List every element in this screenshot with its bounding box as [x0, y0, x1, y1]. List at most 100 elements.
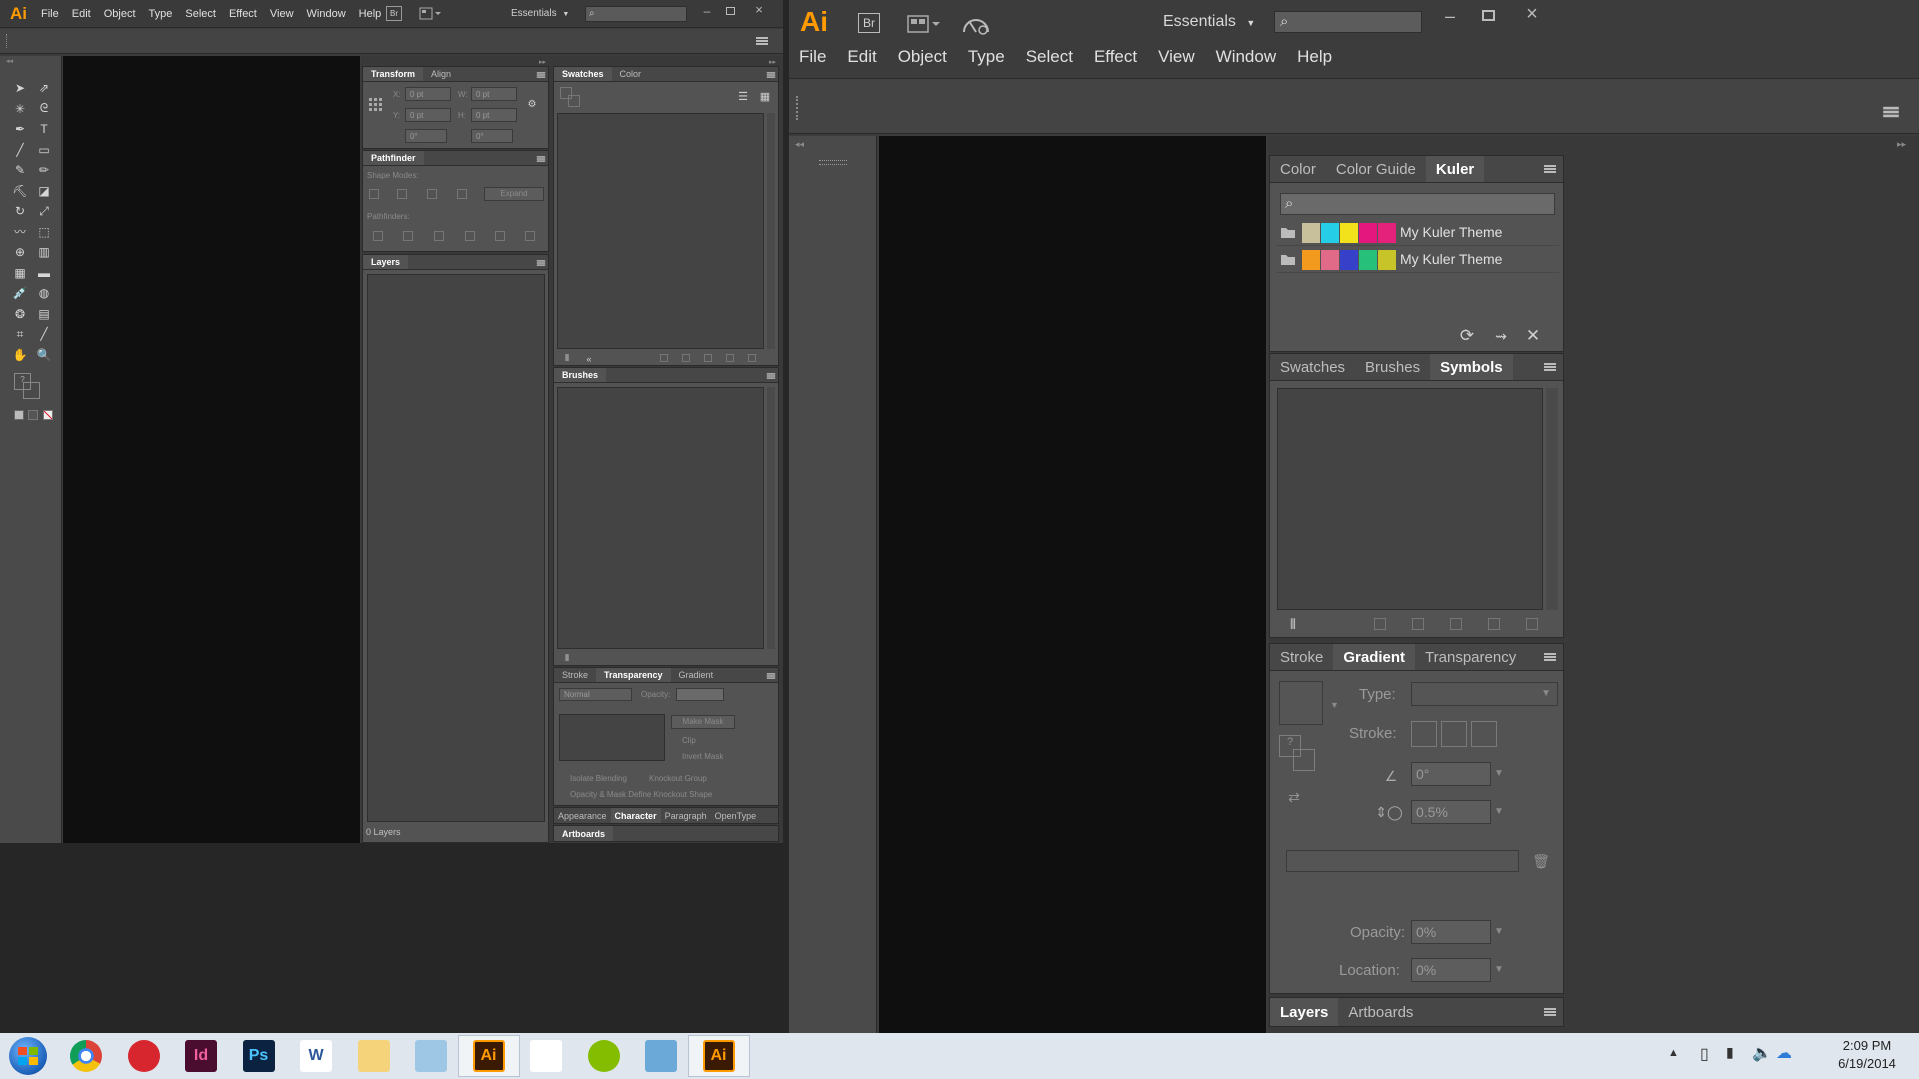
taskbar-word[interactable]: W	[285, 1035, 347, 1077]
taskbar-spotify[interactable]	[573, 1035, 635, 1077]
right-canvas[interactable]	[879, 136, 1266, 1033]
tab-swatches[interactable]: Swatches	[1270, 354, 1355, 380]
merge-icon[interactable]	[434, 231, 444, 241]
launch-kuler-icon[interactable]: ✕	[1523, 326, 1543, 346]
line-tool-icon[interactable]: ╱	[8, 140, 32, 161]
menu-view[interactable]: View	[1158, 47, 1195, 67]
gradient-tool-icon[interactable]: ▬	[32, 263, 56, 284]
blend-tool-icon[interactable]: ◍	[32, 283, 56, 304]
show-hidden-icons-icon[interactable]: ▲	[1668, 1047, 1679, 1059]
intersect-icon[interactable]	[427, 189, 437, 199]
fill-stroke-toggle[interactable]: ?	[1279, 735, 1319, 775]
tab-layers[interactable]: Layers	[1270, 998, 1339, 1026]
menu-file[interactable]: File	[799, 47, 826, 67]
network-icon[interactable]: ▮	[1726, 1044, 1734, 1061]
warp-tool-icon[interactable]: 〰	[8, 222, 32, 243]
selection-tool-icon[interactable]: ➤	[8, 78, 32, 99]
tab-brushes[interactable]: Brushes	[1355, 354, 1430, 380]
gradient-panel-menu-icon[interactable]	[1544, 653, 1556, 661]
tab-stroke[interactable]: Stroke	[554, 668, 596, 682]
minimize-button[interactable]: –	[1437, 6, 1463, 26]
slice-tool-icon[interactable]: ╱	[32, 324, 56, 345]
menu-edit[interactable]: Edit	[847, 47, 876, 67]
tab-color-guide[interactable]: Color Guide	[1326, 156, 1426, 182]
menu-edit[interactable]: Edit	[72, 8, 91, 20]
trim-icon[interactable]	[403, 231, 413, 241]
menu-file[interactable]: File	[41, 8, 59, 20]
taskbar-chrome[interactable]	[55, 1035, 117, 1077]
layers-panel-menu-icon[interactable]	[536, 260, 546, 266]
search-input[interactable]: ⌕	[585, 6, 687, 22]
dock-collapse-icon-b[interactable]: ▸▸	[769, 58, 776, 66]
menu-window[interactable]: Window	[1216, 47, 1276, 67]
taskbar-remote[interactable]	[630, 1035, 692, 1077]
dock-collapse-icon-a[interactable]: ▸▸	[539, 58, 546, 66]
menu-help[interactable]: Help	[1297, 47, 1332, 67]
y-field[interactable]: 0 pt	[405, 108, 451, 122]
rotate-tool-icon[interactable]: ↻	[8, 201, 32, 222]
left-canvas[interactable]	[63, 56, 360, 843]
unite-icon[interactable]	[369, 189, 379, 199]
swatches-list[interactable]	[557, 113, 764, 349]
menu-select[interactable]: Select	[185, 8, 216, 20]
taskbar-creative-cloud[interactable]	[113, 1035, 175, 1077]
opacity-field[interactable]: 0%	[1411, 920, 1491, 944]
delete-stop-icon[interactable]: 🗑	[1532, 851, 1550, 871]
taskbar-photoshop[interactable]: Ps	[228, 1035, 290, 1077]
hand-tool-icon[interactable]: ✋	[8, 345, 32, 366]
constrain-link-icon[interactable]: ⚙	[525, 97, 539, 111]
type-tool-icon[interactable]: T	[32, 119, 56, 140]
bridge-button[interactable]: Br	[386, 6, 402, 21]
symbol-libraries-icon[interactable]: ⫴	[1282, 616, 1304, 632]
cloud-sync-icon[interactable]: ☁	[1776, 1043, 1792, 1063]
direct-selection-tool-icon[interactable]: ⇗	[32, 78, 56, 99]
h-field[interactable]: 0 pt	[471, 108, 517, 122]
aspect-ratio-field[interactable]: 0.5%	[1411, 800, 1491, 824]
menu-help[interactable]: Help	[359, 8, 382, 20]
tab-artboards[interactable]: Artboards	[1338, 998, 1423, 1026]
tab-kuler[interactable]: Kuler	[1425, 156, 1485, 182]
show-kinds-icon[interactable]: «	[584, 353, 594, 364]
control-bar-menu-icon[interactable]	[1883, 106, 1899, 118]
tab-transparency[interactable]: Transparency	[596, 668, 671, 682]
taskbar-indesign[interactable]: Id	[170, 1035, 232, 1077]
workspace-switcher[interactable]: Essentials ▼	[511, 8, 569, 19]
bridge-button[interactable]: Br	[858, 13, 880, 33]
color-mode-buttons[interactable]	[10, 409, 58, 422]
kuler-panel-menu-icon[interactable]	[1544, 165, 1556, 173]
tab-artboards[interactable]: Artboards	[554, 826, 614, 841]
fill-stroke-swatch[interactable]: ?	[14, 373, 41, 400]
exclude-icon[interactable]	[457, 189, 467, 199]
minus-front-icon[interactable]	[397, 189, 407, 199]
invert-mask-checkbox[interactable]: Invert Mask	[682, 752, 723, 761]
pen-tool-icon[interactable]: ✒	[8, 119, 32, 140]
tab-paragraph[interactable]: Paragraph	[661, 808, 711, 823]
reverse-gradient-icon[interactable]: ⇄	[1282, 787, 1306, 807]
thumbnail-view-icon[interactable]: ▦	[758, 89, 772, 103]
tab-swatches[interactable]: Swatches	[554, 67, 612, 81]
symbols-list[interactable]	[1277, 388, 1543, 610]
taskbar-apps[interactable]	[515, 1035, 577, 1077]
transform-panel-menu-icon[interactable]	[536, 72, 546, 78]
rectangle-tool-icon[interactable]: ▭	[32, 140, 56, 161]
pencil-tool-icon[interactable]: ✏	[32, 160, 56, 181]
device-icon[interactable]: ▯	[1700, 1044, 1709, 1064]
transparency-panel-menu-icon[interactable]	[766, 673, 776, 679]
tab-opentype[interactable]: OpenType	[711, 808, 761, 823]
zoom-tool-icon[interactable]: 🔍	[32, 345, 56, 366]
tab-align[interactable]: Align	[423, 67, 459, 81]
divide-icon[interactable]	[373, 231, 383, 241]
blend-mode-select[interactable]: Normal	[559, 688, 632, 701]
symbol-sprayer-tool-icon[interactable]: ❂	[8, 304, 32, 325]
mesh-tool-icon[interactable]: ▦	[8, 263, 32, 284]
clock[interactable]: 2:09 PM 6/19/2014	[1822, 1037, 1912, 1073]
magic-wand-tool-icon[interactable]: ✳	[8, 99, 32, 120]
tab-appearance[interactable]: Appearance	[554, 808, 611, 823]
maximize-button[interactable]	[1475, 6, 1501, 26]
tab-stroke[interactable]: Stroke	[1270, 644, 1333, 670]
column-graph-tool-icon[interactable]: ▤	[32, 304, 56, 325]
gpu-performance-icon[interactable]	[961, 12, 991, 36]
menu-effect[interactable]: Effect	[229, 8, 257, 20]
tab-transform[interactable]: Transform	[363, 67, 424, 81]
tab-transparency[interactable]: Transparency	[1415, 644, 1526, 670]
